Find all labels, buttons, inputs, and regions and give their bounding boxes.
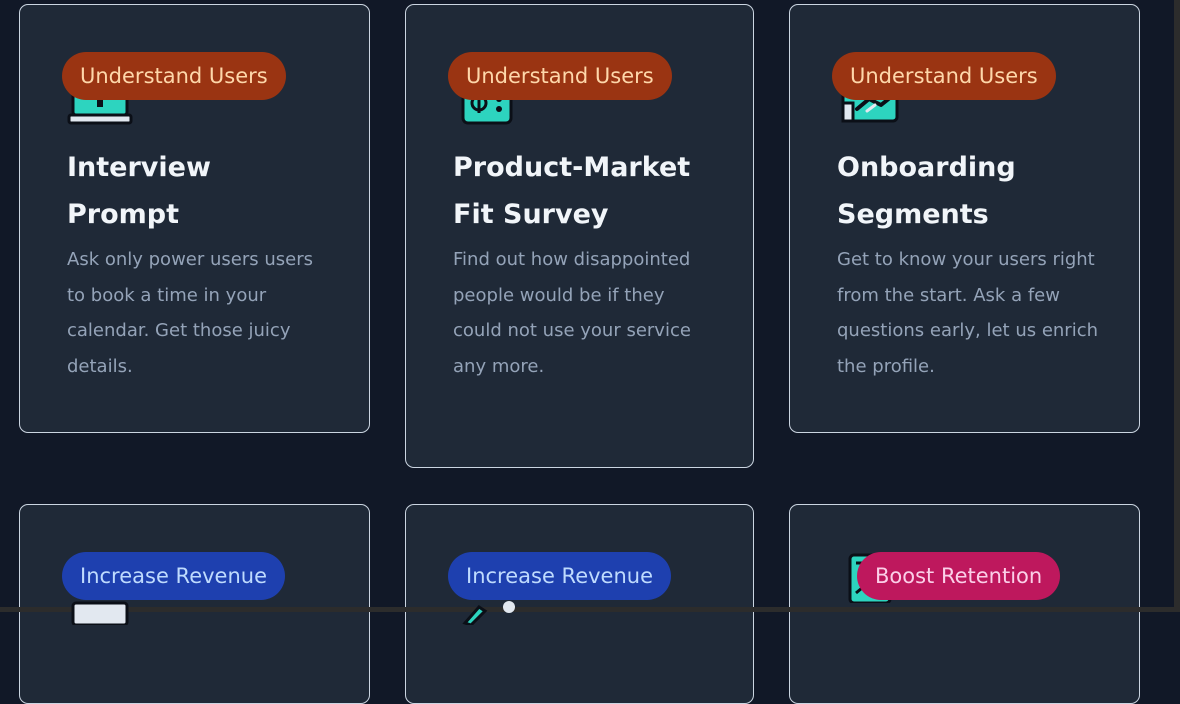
template-card-onboarding-segments[interactable]: Understand Users Onboarding Segments Get… — [789, 4, 1140, 433]
card-title: Product-Market Fit Survey — [453, 152, 691, 230]
category-badge: Increase Revenue — [62, 552, 286, 600]
template-card-product-market-fit[interactable]: Understand Users Product-Market Fit Surv… — [405, 4, 754, 468]
category-badge: Understand Users — [832, 52, 1056, 100]
card-description: Get to know your users right from the st… — [837, 249, 1099, 377]
template-card-interview-prompt[interactable]: Understand Users Interview Prompt Ask on… — [19, 4, 370, 433]
category-badge: Understand Users — [62, 52, 286, 100]
card-description: Find out how disappointed people would b… — [453, 249, 691, 377]
card-title: Interview Prompt — [67, 152, 211, 230]
window-edge-bottom — [0, 607, 1180, 612]
card-title: Onboarding Segments — [837, 152, 1016, 230]
window-edge-right — [1174, 0, 1180, 612]
category-badge: Increase Revenue — [448, 552, 672, 600]
category-badge: Understand Users — [448, 52, 672, 100]
template-card-increase-revenue-1[interactable]: Increase Revenue — [19, 504, 370, 704]
template-card-boost-retention[interactable]: Boost Retention — [789, 504, 1140, 704]
card-description: Ask only power users users to book a tim… — [67, 249, 313, 377]
template-card-increase-revenue-2[interactable]: Increase Revenue — [405, 504, 754, 704]
category-badge: Boost Retention — [857, 552, 1061, 600]
